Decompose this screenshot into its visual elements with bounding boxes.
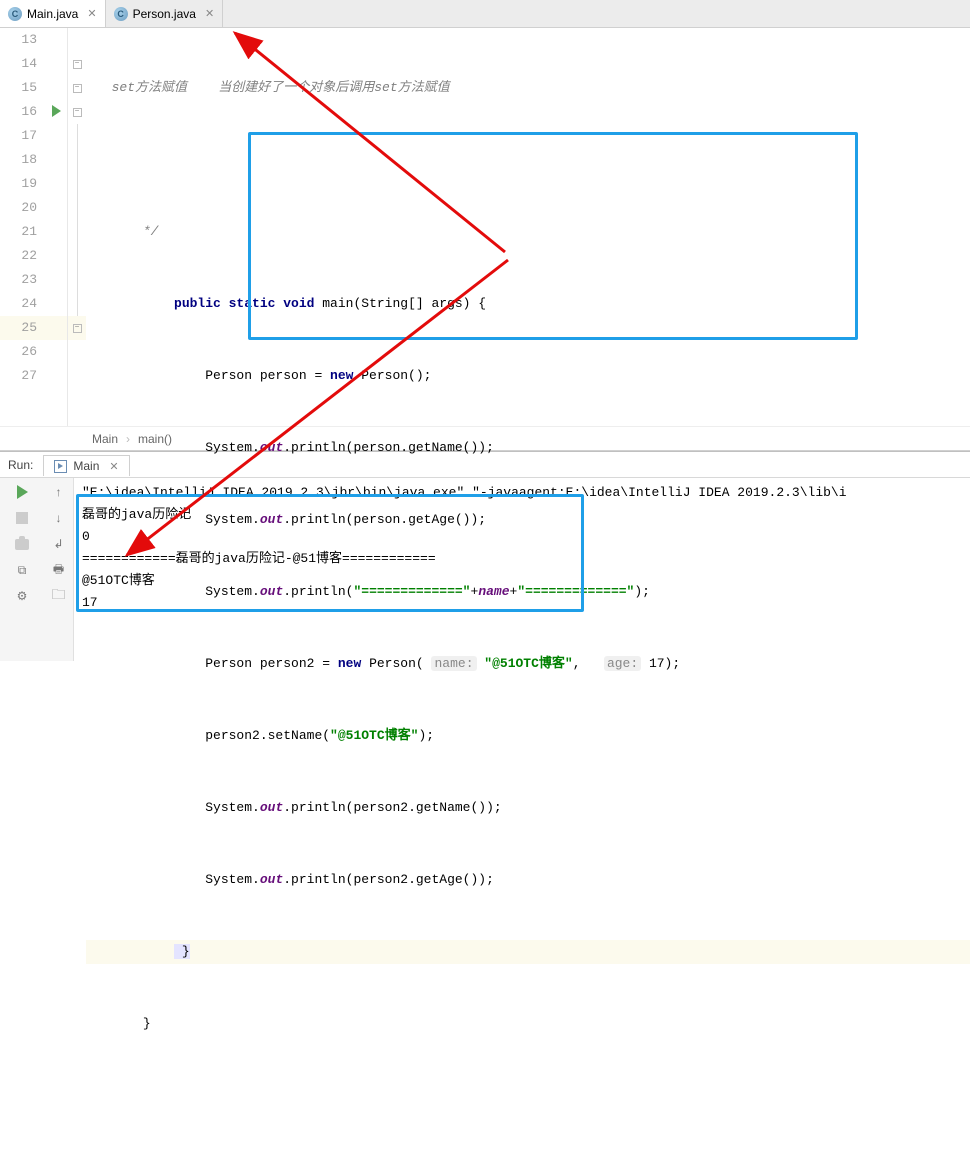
breadcrumb-item[interactable]: main() xyxy=(138,432,172,446)
code-editor[interactable]: 131415161718192021222324252627 − − − − set方… xyxy=(0,28,970,426)
breadcrumb-item[interactable]: Main xyxy=(92,432,118,446)
class-icon: C xyxy=(8,7,22,21)
camera-icon[interactable] xyxy=(14,536,30,552)
code-area[interactable]: set方法赋值 当创建好了一个对象后调用set方法赋值 */ public st… xyxy=(86,28,970,426)
tab-label: Main.java xyxy=(27,7,78,21)
trash-icon[interactable]: 🗀 xyxy=(51,588,67,604)
fold-handle[interactable]: − xyxy=(73,324,82,333)
run-config-icon xyxy=(54,460,67,473)
settings-icon[interactable]: ⚙ xyxy=(14,588,30,604)
run-tool-window: Run: Main ✕ ⧉ ⚙ ↑ ↓ ↲ 🖶 🗀 "E:\idea\Intel… xyxy=(0,451,970,661)
tab-main-java[interactable]: C Main.java ✕ xyxy=(0,0,106,27)
gutter-run-icon[interactable] xyxy=(52,105,61,117)
layout-icon[interactable]: ⧉ xyxy=(14,562,30,578)
close-icon[interactable]: ✕ xyxy=(87,7,96,20)
up-icon[interactable]: ↑ xyxy=(51,484,67,500)
tab-person-java[interactable]: C Person.java ✕ xyxy=(106,0,224,27)
wrap-icon[interactable]: ↲ xyxy=(51,536,67,552)
class-icon: C xyxy=(114,7,128,21)
fold-handle[interactable]: − xyxy=(73,108,82,117)
run-toolbar-right: ↑ ↓ ↲ 🖶 🗀 xyxy=(44,478,74,661)
stop-icon[interactable] xyxy=(14,510,30,526)
close-icon[interactable]: ✕ xyxy=(205,7,214,20)
run-toolbar-left: ⧉ ⚙ xyxy=(0,478,44,661)
run-label: Run: xyxy=(8,458,33,472)
editor-tabs: C Main.java ✕ C Person.java ✕ xyxy=(0,0,970,28)
fold-handle[interactable]: − xyxy=(73,84,82,93)
console-output[interactable]: "E:\idea\IntelliJ IDEA 2019.2.3\jbr\bin\… xyxy=(74,478,970,661)
fold-handle[interactable]: − xyxy=(73,60,82,69)
close-icon[interactable]: ✕ xyxy=(109,460,118,473)
run-tab-main[interactable]: Main ✕ xyxy=(43,455,129,476)
run-tab-label: Main xyxy=(73,459,99,473)
rerun-icon[interactable] xyxy=(14,484,30,500)
line-gutter: 131415161718192021222324252627 xyxy=(0,28,68,426)
down-icon[interactable]: ↓ xyxy=(51,510,67,526)
print-icon[interactable]: 🖶 xyxy=(51,562,67,578)
fold-bar: − − − − xyxy=(68,28,86,426)
tab-label: Person.java xyxy=(133,7,196,21)
chevron-right-icon: › xyxy=(126,432,130,446)
